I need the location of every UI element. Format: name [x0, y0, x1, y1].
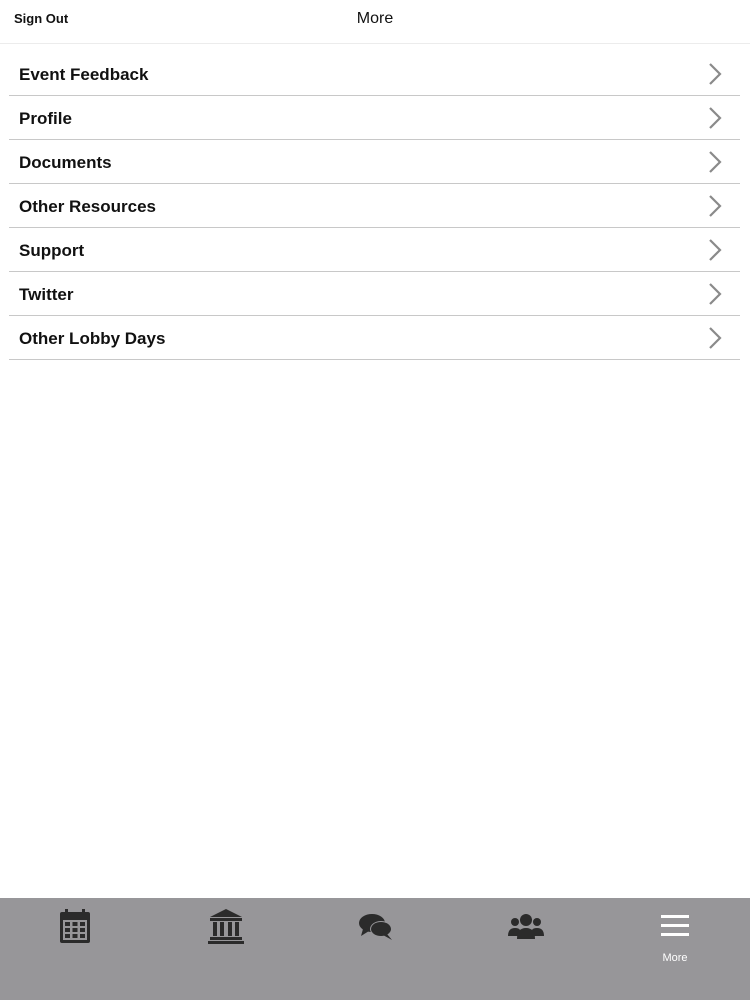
tab-messages[interactable]	[300, 898, 450, 1000]
menu-item-event-feedback[interactable]: Event Feedback	[9, 52, 740, 96]
calendar-icon	[60, 909, 90, 943]
tab-calendar[interactable]	[0, 898, 150, 1000]
chat-bubbles-icon	[359, 914, 392, 940]
tab-more-label: More	[662, 952, 688, 964]
menu-item-support[interactable]: Support	[9, 228, 740, 272]
hamburger-menu-icon	[661, 915, 689, 936]
chevron-right-icon	[709, 239, 722, 261]
top-bar: Sign Out More	[0, 0, 750, 44]
more-menu-list: Event Feedback Profile Documents Other R…	[9, 52, 740, 360]
group-icon	[508, 914, 544, 939]
menu-item-other-resources[interactable]: Other Resources	[9, 184, 740, 228]
menu-item-label: Event Feedback	[19, 65, 149, 84]
menu-item-profile[interactable]: Profile	[9, 96, 740, 140]
tab-attendees[interactable]	[450, 898, 600, 1000]
menu-item-twitter[interactable]: Twitter	[9, 272, 740, 316]
chevron-right-icon	[709, 283, 722, 305]
chevron-right-icon	[709, 327, 722, 349]
chevron-right-icon	[709, 195, 722, 217]
bottom-tab-bar: More	[0, 898, 750, 1000]
chevron-right-icon	[709, 63, 722, 85]
chevron-right-icon	[709, 151, 722, 173]
menu-item-label: Other Resources	[19, 197, 156, 216]
tab-legislators[interactable]	[150, 898, 300, 1000]
menu-item-other-lobby-days[interactable]: Other Lobby Days	[9, 316, 740, 360]
page-title: More	[356, 10, 394, 27]
chevron-right-icon	[709, 107, 722, 129]
more-screen: Sign Out More Event Feedback Profile Doc…	[0, 0, 750, 1000]
menu-item-label: Twitter	[19, 285, 74, 304]
menu-item-label: Other Lobby Days	[19, 329, 166, 348]
capitol-building-icon	[208, 909, 244, 944]
menu-item-label: Profile	[19, 109, 72, 128]
tab-more[interactable]: More	[600, 898, 750, 1000]
menu-item-label: Support	[19, 241, 85, 260]
menu-item-label: Documents	[19, 153, 112, 172]
menu-item-documents[interactable]: Documents	[9, 140, 740, 184]
